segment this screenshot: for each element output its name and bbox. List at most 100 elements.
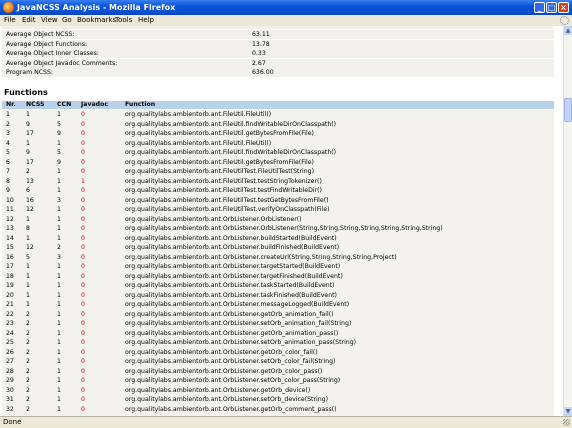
cell-ccn: 1 bbox=[57, 187, 61, 194]
table-row: 32 2 1 0 org.qualitylabs.ambientorb.ant.OrbL… bbox=[2, 404, 554, 414]
menu-bookmarks[interactable]: Bookmarks bbox=[77, 15, 116, 26]
table-row: 15 12 2 0 org.qualitylabs.ambientorb.ant.Orb… bbox=[2, 243, 554, 253]
menu-edit[interactable]: Edit bbox=[22, 15, 36, 26]
status-bar: Done bbox=[0, 416, 572, 428]
header-nr: Nr. bbox=[6, 101, 16, 108]
cell-function: org.qualitylabs.ambientorb.ant.OrbListen… bbox=[125, 339, 357, 346]
cell-ncss: 1 bbox=[26, 291, 30, 299]
cell-nr: 6 bbox=[6, 158, 10, 166]
cell-function: org.qualitylabs.ambientorb.ant.FileUtil.… bbox=[125, 130, 314, 137]
close-button[interactable]: × bbox=[558, 2, 569, 13]
cell-function: org.qualitylabs.ambientorb.ant.OrbListen… bbox=[125, 348, 318, 356]
cell-ccn: 1 bbox=[57, 206, 61, 213]
table-row: 6 17 9 0 org.qualitylabs.ambientorb.ant.File… bbox=[2, 157, 554, 167]
cell-javadoc: 0 bbox=[81, 225, 85, 232]
menu-view[interactable]: View bbox=[41, 15, 58, 26]
cell-function: org.qualitylabs.ambientorb.ant.OrbListen… bbox=[125, 367, 323, 375]
cell-javadoc: 0 bbox=[81, 377, 85, 384]
cell-function: org.qualitylabs.ambientorb.ant.OrbListen… bbox=[125, 215, 302, 223]
cell-javadoc: 0 bbox=[81, 396, 85, 403]
maximize-button[interactable]: □ bbox=[546, 2, 557, 13]
cell-ncss: 17 bbox=[26, 130, 34, 137]
cell-function: org.qualitylabs.ambientorb.ant.OrbListen… bbox=[125, 225, 443, 232]
scrollbar-thumb[interactable] bbox=[564, 98, 572, 122]
menu-go[interactable]: Go bbox=[62, 15, 72, 26]
minimize-button[interactable]: _ bbox=[534, 2, 545, 13]
table-row: 3 17 9 0 org.qualitylabs.ambientorb.ant.File… bbox=[2, 129, 554, 139]
summary-row: Average Object Functions: 13.78 bbox=[2, 39, 554, 49]
cell-javadoc: 0 bbox=[81, 301, 85, 308]
table-row: 8 13 1 1 org.qualitylabs.ambientorb.ant.File… bbox=[2, 176, 554, 186]
cell-ccn: 2 bbox=[57, 244, 61, 251]
cell-ccn: 1 bbox=[57, 139, 61, 147]
cell-function: org.qualitylabs.ambientorb.ant.OrbListen… bbox=[125, 377, 341, 384]
cell-nr: 14 bbox=[6, 234, 14, 242]
cell-ncss: 2 bbox=[26, 396, 30, 403]
menu-help[interactable]: Help bbox=[138, 15, 154, 26]
cell-ncss: 8 bbox=[26, 225, 30, 232]
cell-nr: 12 bbox=[6, 215, 14, 223]
summary-row bbox=[2, 26, 554, 29]
cell-ncss: 2 bbox=[26, 320, 30, 327]
scroll-up-arrow-icon[interactable]: ▲ bbox=[564, 26, 572, 35]
cell-javadoc: 0 bbox=[81, 149, 85, 156]
cell-nr: 21 bbox=[6, 301, 14, 308]
cell-function: org.qualitylabs.ambientorb.ant.OrbListen… bbox=[125, 253, 397, 261]
cell-function: org.qualitylabs.ambientorb.ant.OrbListen… bbox=[125, 291, 337, 299]
menu-tools[interactable]: Tools bbox=[115, 15, 132, 26]
cell-javadoc: 0 bbox=[81, 168, 85, 175]
cell-ncss: 1 bbox=[26, 234, 30, 242]
cell-javadoc: 0 bbox=[81, 329, 85, 337]
table-row: 16 5 3 0 org.qualitylabs.ambientorb.ant.OrbL… bbox=[2, 252, 554, 262]
cell-ccn: 1 bbox=[57, 377, 61, 384]
cell-ccn: 1 bbox=[57, 263, 61, 270]
header-ncss: NCSS bbox=[26, 101, 45, 108]
table-row: 22 2 1 0 org.qualitylabs.ambientorb.ant.OrbL… bbox=[2, 309, 554, 319]
cell-javadoc: 0 bbox=[81, 405, 85, 413]
cell-nr: 10 bbox=[6, 196, 14, 204]
cell-ccn: 1 bbox=[57, 310, 61, 318]
title-bar: JavaNCSS Analysis - Mozilla Firefox _ □ … bbox=[0, 0, 572, 15]
cell-nr: 15 bbox=[6, 244, 14, 251]
cell-ncss: 2 bbox=[26, 348, 30, 356]
cell-ccn: 1 bbox=[57, 339, 61, 346]
table-row: 17 1 1 0 org.qualitylabs.ambientorb.ant.OrbL… bbox=[2, 262, 554, 272]
cell-nr: 18 bbox=[6, 272, 14, 280]
table-row: 2 9 5 0 org.qualitylabs.ambientorb.ant.FileU… bbox=[2, 119, 554, 129]
cell-nr: 17 bbox=[6, 263, 14, 270]
cell-ncss: 1 bbox=[26, 263, 30, 270]
cell-ncss: 6 bbox=[26, 187, 30, 194]
cell-nr: 1 bbox=[6, 111, 10, 118]
cell-ccn: 1 bbox=[57, 168, 61, 175]
cell-ncss: 1 bbox=[26, 215, 30, 223]
cell-ncss: 2 bbox=[26, 367, 30, 375]
table-row: 31 2 1 0 org.qualitylabs.ambientorb.ant.OrbL… bbox=[2, 395, 554, 405]
menu-bar: File Edit View Go Bookmarks Tools Help bbox=[0, 15, 572, 26]
cell-nr: 4 bbox=[6, 139, 10, 147]
cell-javadoc: 0 bbox=[81, 120, 85, 128]
cell-ncss: 9 bbox=[26, 149, 30, 156]
cell-javadoc: 0 bbox=[81, 234, 85, 242]
cell-nr: 2 bbox=[6, 120, 10, 128]
cell-javadoc: 0 bbox=[81, 196, 85, 204]
cell-ccn: 1 bbox=[57, 225, 61, 232]
table-row: 20 1 1 0 org.qualitylabs.ambientorb.ant.OrbL… bbox=[2, 290, 554, 300]
cell-ncss: 1 bbox=[26, 301, 30, 308]
scroll-down-arrow-icon[interactable]: ▼ bbox=[564, 407, 572, 416]
cell-ncss: 2 bbox=[26, 329, 30, 337]
cell-nr: 24 bbox=[6, 329, 14, 337]
cell-ccn: 1 bbox=[57, 215, 61, 223]
vertical-scrollbar[interactable]: ▲ ▼ bbox=[563, 26, 572, 416]
cell-javadoc: 0 bbox=[81, 206, 85, 213]
resize-grip-icon[interactable] bbox=[563, 419, 570, 426]
cell-ncss: 2 bbox=[26, 168, 30, 175]
cell-javadoc: 0 bbox=[81, 282, 85, 289]
firefox-icon bbox=[3, 2, 14, 13]
cell-ncss: 2 bbox=[26, 377, 30, 384]
header-javadoc: Javadoc bbox=[81, 101, 109, 108]
table-row: 24 2 1 0 org.qualitylabs.ambientorb.ant.OrbL… bbox=[2, 328, 554, 338]
menu-file[interactable]: File bbox=[4, 15, 16, 26]
cell-nr: 22 bbox=[6, 310, 14, 318]
cell-ncss: 2 bbox=[26, 386, 30, 394]
cell-ncss: 12 bbox=[26, 244, 34, 251]
